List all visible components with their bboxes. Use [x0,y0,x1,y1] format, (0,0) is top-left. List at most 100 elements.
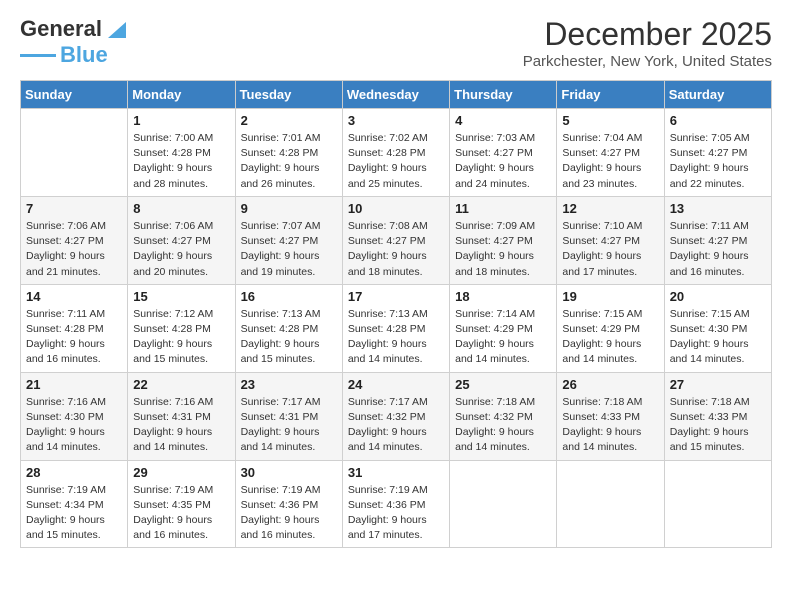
calendar-cell [21,109,128,197]
day-number: 4 [455,113,551,128]
logo-text-blue: Blue [60,42,108,68]
calendar-cell: 24 Sunrise: 7:17 AMSunset: 4:32 PMDayligh… [342,372,449,460]
day-number: 28 [26,465,122,480]
week-row-2: 14 Sunrise: 7:11 AMSunset: 4:28 PMDayligh… [21,284,772,372]
calendar-cell: 17 Sunrise: 7:13 AMSunset: 4:28 PMDayligh… [342,284,449,372]
day-info: Sunrise: 7:19 AMSunset: 4:34 PMDaylight:… [26,483,122,544]
day-number: 29 [133,465,229,480]
calendar-cell: 13Sunrise: 7:11 AMSunset: 4:27 PMDayligh… [664,196,771,284]
calendar-cell: 2Sunrise: 7:01 AMSunset: 4:28 PMDaylight… [235,109,342,197]
day-info: Sunrise: 7:18 AMSunset: 4:32 PMDaylight:… [455,395,551,456]
day-info: Sunrise: 7:10 AMSunset: 4:27 PMDaylight:… [562,219,658,280]
header-saturday: Saturday [664,81,771,109]
day-info: Sunrise: 7:19 AMSunset: 4:36 PMDaylight:… [241,483,337,544]
day-number: 19 [562,289,658,304]
calendar-cell: 7 Sunrise: 7:06 AMSunset: 4:27 PMDaylight… [21,196,128,284]
day-info: Sunrise: 7:02 AMSunset: 4:28 PMDaylight:… [348,131,444,192]
logo-triangle-icon [104,20,126,42]
week-row-4: 28 Sunrise: 7:19 AMSunset: 4:34 PMDayligh… [21,460,772,548]
calendar-cell [450,460,557,548]
day-info: Sunrise: 7:17 AMSunset: 4:31 PMDaylight:… [241,395,337,456]
day-info: Sunrise: 7:07 AMSunset: 4:27 PMDaylight:… [241,219,337,280]
day-number: 14 [26,289,122,304]
calendar-cell: 15Sunrise: 7:12 AMSunset: 4:28 PMDayligh… [128,284,235,372]
day-info: Sunrise: 7:16 AMSunset: 4:31 PMDaylight:… [133,395,229,456]
day-number: 23 [241,377,337,392]
day-info: Sunrise: 7:11 AMSunset: 4:28 PMDaylight:… [26,307,122,368]
calendar-cell: 3 Sunrise: 7:02 AMSunset: 4:28 PMDaylight… [342,109,449,197]
calendar-cell: 10Sunrise: 7:08 AMSunset: 4:27 PMDayligh… [342,196,449,284]
day-number: 13 [670,201,766,216]
header-thursday: Thursday [450,81,557,109]
calendar-cell: 28 Sunrise: 7:19 AMSunset: 4:34 PMDayligh… [21,460,128,548]
day-info: Sunrise: 7:06 AMSunset: 4:27 PMDaylight:… [26,219,122,280]
day-info: Sunrise: 7:13 AMSunset: 4:28 PMDaylight:… [241,307,337,368]
day-info: Sunrise: 7:16 AMSunset: 4:30 PMDaylight:… [26,395,122,456]
day-info: Sunrise: 7:12 AMSunset: 4:28 PMDaylight:… [133,307,229,368]
day-number: 6 [670,113,766,128]
calendar-cell: 4 Sunrise: 7:03 AMSunset: 4:27 PMDaylight… [450,109,557,197]
week-row-0: 1 Sunrise: 7:00 AMSunset: 4:28 PMDaylight… [21,109,772,197]
calendar-cell: 8 Sunrise: 7:06 AMSunset: 4:27 PMDaylight… [128,196,235,284]
calendar-cell: 9Sunrise: 7:07 AMSunset: 4:27 PMDaylight… [235,196,342,284]
week-row-1: 7 Sunrise: 7:06 AMSunset: 4:27 PMDaylight… [21,196,772,284]
calendar-cell: 29 Sunrise: 7:19 AMSunset: 4:35 PMDayligh… [128,460,235,548]
calendar-cell: 5 Sunrise: 7:04 AMSunset: 4:27 PMDaylight… [557,109,664,197]
day-number: 30 [241,465,337,480]
calendar-cell: 1 Sunrise: 7:00 AMSunset: 4:28 PMDaylight… [128,109,235,197]
subtitle: Parkchester, New York, United States [523,53,772,70]
day-number: 17 [348,289,444,304]
day-number: 3 [348,113,444,128]
day-info: Sunrise: 7:08 AMSunset: 4:27 PMDaylight:… [348,219,444,280]
day-info: Sunrise: 7:05 AMSunset: 4:27 PMDaylight:… [670,131,766,192]
header-tuesday: Tuesday [235,81,342,109]
day-number: 11 [455,201,551,216]
day-info: Sunrise: 7:03 AMSunset: 4:27 PMDaylight:… [455,131,551,192]
day-info: Sunrise: 7:19 AMSunset: 4:35 PMDaylight:… [133,483,229,544]
day-info: Sunrise: 7:04 AMSunset: 4:27 PMDaylight:… [562,131,658,192]
day-info: Sunrise: 7:13 AMSunset: 4:28 PMDaylight:… [348,307,444,368]
day-number: 7 [26,201,122,216]
day-info: Sunrise: 7:17 AMSunset: 4:32 PMDaylight:… [348,395,444,456]
calendar-cell: 25 Sunrise: 7:18 AMSunset: 4:32 PMDayligh… [450,372,557,460]
day-number: 24 [348,377,444,392]
day-number: 20 [670,289,766,304]
week-row-3: 21Sunrise: 7:16 AMSunset: 4:30 PMDayligh… [21,372,772,460]
day-info: Sunrise: 7:06 AMSunset: 4:27 PMDaylight:… [133,219,229,280]
day-info: Sunrise: 7:15 AMSunset: 4:29 PMDaylight:… [562,307,658,368]
main-title: December 2025 [523,16,772,53]
day-number: 18 [455,289,551,304]
calendar-cell [664,460,771,548]
header-sunday: Sunday [21,81,128,109]
calendar-cell: 30 Sunrise: 7:19 AMSunset: 4:36 PMDayligh… [235,460,342,548]
day-number: 2 [241,113,337,128]
logo: General Blue [20,16,126,68]
calendar-header-row: SundayMondayTuesdayWednesdayThursdayFrid… [21,81,772,109]
calendar-body: 1 Sunrise: 7:00 AMSunset: 4:28 PMDaylight… [21,109,772,548]
logo-underline [20,54,56,57]
day-info: Sunrise: 7:15 AMSunset: 4:30 PMDaylight:… [670,307,766,368]
day-number: 5 [562,113,658,128]
day-number: 31 [348,465,444,480]
calendar-cell: 27 Sunrise: 7:18 AMSunset: 4:33 PMDayligh… [664,372,771,460]
day-info: Sunrise: 7:19 AMSunset: 4:36 PMDaylight:… [348,483,444,544]
calendar-cell: 20 Sunrise: 7:15 AMSunset: 4:30 PMDayligh… [664,284,771,372]
header-friday: Friday [557,81,664,109]
calendar-cell: 31 Sunrise: 7:19 AMSunset: 4:36 PMDayligh… [342,460,449,548]
calendar-cell: 21Sunrise: 7:16 AMSunset: 4:30 PMDayligh… [21,372,128,460]
page-header: General Blue December 2025 Parkchester, … [20,16,772,70]
calendar-cell: 19 Sunrise: 7:15 AMSunset: 4:29 PMDayligh… [557,284,664,372]
day-number: 8 [133,201,229,216]
calendar-cell: 18Sunrise: 7:14 AMSunset: 4:29 PMDayligh… [450,284,557,372]
day-number: 25 [455,377,551,392]
day-number: 27 [670,377,766,392]
day-info: Sunrise: 7:18 AMSunset: 4:33 PMDaylight:… [670,395,766,456]
day-info: Sunrise: 7:18 AMSunset: 4:33 PMDaylight:… [562,395,658,456]
day-info: Sunrise: 7:00 AMSunset: 4:28 PMDaylight:… [133,131,229,192]
day-number: 1 [133,113,229,128]
calendar-cell: 11Sunrise: 7:09 AMSunset: 4:27 PMDayligh… [450,196,557,284]
day-number: 16 [241,289,337,304]
calendar-cell: 22Sunrise: 7:16 AMSunset: 4:31 PMDayligh… [128,372,235,460]
calendar-cell: 6 Sunrise: 7:05 AMSunset: 4:27 PMDaylight… [664,109,771,197]
day-number: 26 [562,377,658,392]
